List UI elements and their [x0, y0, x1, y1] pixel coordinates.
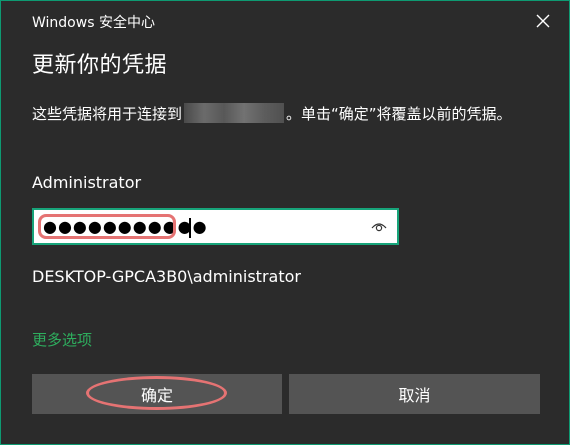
ok-button-label: 确定	[140, 386, 173, 405]
message-text-before: 这些凭据将用于连接到	[32, 105, 183, 123]
more-options-link[interactable]: 更多选项	[32, 329, 92, 350]
username-label: Administrator	[32, 173, 142, 192]
password-field[interactable]: ●●●●●●●●●●●	[32, 208, 399, 245]
redacted-server-name	[184, 103, 285, 123]
domain-user-text: DESKTOP-GPCA3B0\administrator	[32, 267, 301, 286]
close-button[interactable]	[529, 7, 557, 35]
password-annotation-highlight	[38, 214, 176, 239]
dialog-message: 这些凭据将用于连接到 。单击“确定”将覆盖以前的凭据。	[32, 101, 542, 127]
credential-dialog: Windows 安全中心 更新你的凭据 这些凭据将用于连接到 。单击“确定”将覆盖…	[0, 0, 570, 445]
close-icon	[536, 14, 550, 28]
cancel-button[interactable]: 取消	[289, 374, 540, 414]
cancel-button-label: 取消	[398, 386, 431, 405]
ok-button[interactable]: 确定	[32, 374, 282, 414]
text-caret	[189, 218, 191, 238]
dialog-heading: 更新你的凭据	[32, 53, 168, 78]
eye-icon	[371, 223, 387, 232]
message-text-after: 。单击“确定”将覆盖以前的凭据。	[286, 105, 512, 123]
window-title: Windows 安全中心	[32, 15, 155, 31]
reveal-password-button[interactable]	[369, 218, 389, 236]
